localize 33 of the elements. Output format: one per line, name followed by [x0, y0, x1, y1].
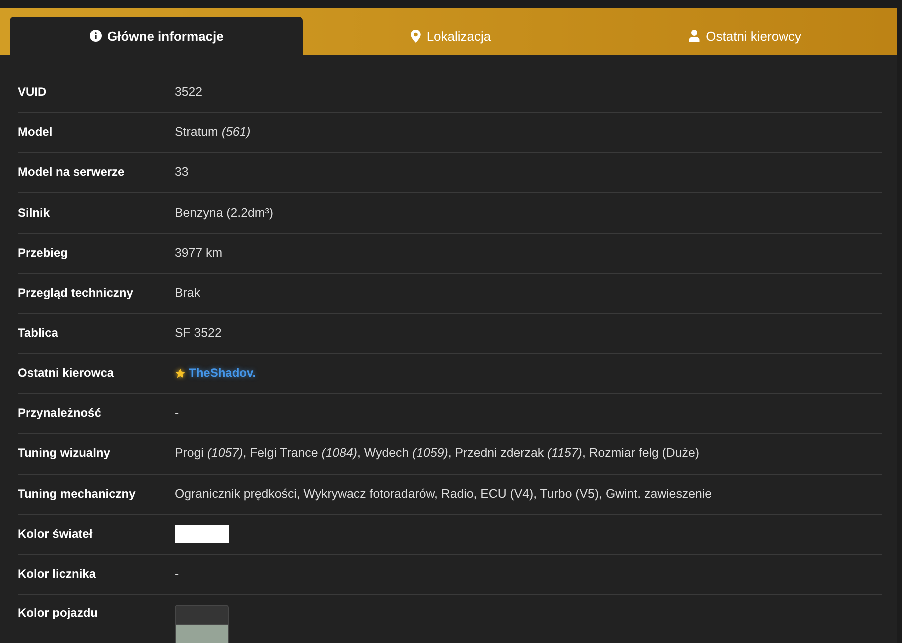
field-value: - [175, 406, 180, 422]
field-value: - [175, 566, 180, 582]
tab[interactable]: Lokalizacja [304, 17, 598, 55]
field-value: Stratum (561) [175, 125, 251, 140]
field-label: Kolor licznika [18, 566, 96, 582]
field-label: Kolor świateł [18, 526, 93, 542]
driver-link[interactable]: TheShadov. [189, 366, 256, 382]
field-label: Tuning mechaniczny [18, 486, 136, 502]
field-value: Brak [175, 286, 200, 301]
field-value: 3977 km [175, 246, 223, 261]
field-label: Przebieg [18, 246, 68, 261]
map-pin-icon [410, 30, 421, 42]
field-label: Silnik [18, 206, 50, 221]
field-value: Ogranicznik prędkości, Wykrywacz fotoradarów, Radio, ECU (V4), Turbo (V5), Gwint. zawieszenie [175, 486, 712, 502]
field-value: Progi (1057), Felgi Trance (1084), Wydech (1059), Przedni zderzak (1157), Rozmiar felg (Duże) [175, 446, 700, 462]
field-value: 33 [175, 165, 189, 180]
user-icon [689, 30, 700, 42]
field-label: Przynależność [18, 406, 102, 422]
field-label: Przegląd techniczny [18, 286, 134, 301]
field-value: 3522 [175, 85, 203, 100]
tab[interactable]: Ostatni kierowcy [598, 17, 892, 55]
star-icon [175, 368, 186, 380]
field-label: Model [18, 125, 53, 140]
info-icon [90, 30, 102, 42]
field-value: SF 3522 [175, 326, 222, 342]
field-label: VUID [18, 85, 47, 100]
tab[interactable]: Główne informacje [10, 17, 304, 55]
field-value: Benzyna (2.2dm³) [175, 206, 274, 221]
field-label: Tuning wizualny [18, 446, 110, 462]
field-label: Kolor pojazdu [18, 605, 98, 622]
field-label: Tablica [18, 326, 58, 342]
field-label: Model na serwerze [18, 165, 125, 180]
field-label: Ostatni kierowca [18, 366, 114, 382]
